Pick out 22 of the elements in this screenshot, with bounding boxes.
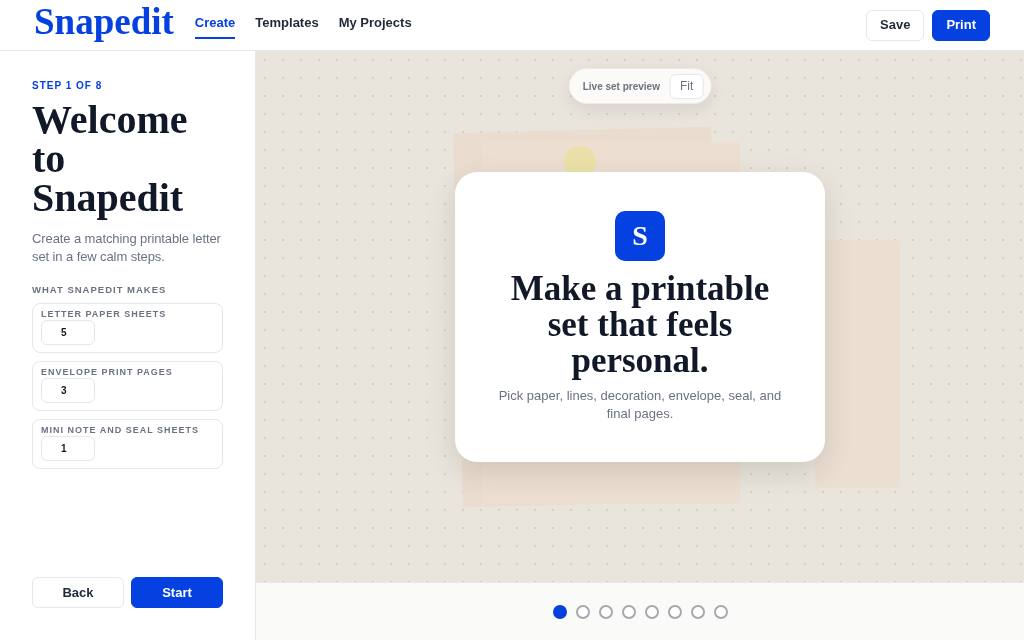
- fit-button[interactable]: Fit: [669, 73, 704, 99]
- sheet-count-field[interactable]: 1: [41, 436, 95, 461]
- app-logo: Snapedit: [34, 2, 174, 42]
- sheet-count-field[interactable]: 5: [41, 320, 95, 345]
- nav-tab[interactable]: Create: [194, 7, 236, 39]
- app-icon: S: [615, 210, 665, 261]
- nav-tab[interactable]: My Projects: [338, 7, 412, 39]
- preview-label: Live set preview: [582, 79, 660, 94]
- section-label: WHAT SNAPEDIT MAKES: [32, 284, 168, 296]
- save-button[interactable]: Save: [866, 9, 925, 41]
- start-button[interactable]: Start: [131, 577, 223, 608]
- back-button[interactable]: Back: [32, 577, 124, 608]
- intro-title: Make a printable set that feels personal.: [509, 270, 771, 379]
- sheet-count-field[interactable]: 3: [41, 378, 95, 403]
- welcome-description: Create a matching printable letter set in a few calm steps.: [32, 230, 222, 266]
- step-counter: STEP 1 OF 8: [32, 80, 104, 92]
- print-button[interactable]: Print: [932, 9, 990, 41]
- output-label: LETTER PAPER SHEETS: [41, 309, 167, 320]
- output-label: ENVELOPE PRINT PAGES: [41, 367, 173, 378]
- output-label: MINI NOTE AND SEAL SHEETS: [41, 425, 199, 436]
- nav-tab[interactable]: Templates: [255, 7, 319, 39]
- intro-description: Pick paper, lines, decoration, envelope, seal, and final pages.: [497, 386, 783, 423]
